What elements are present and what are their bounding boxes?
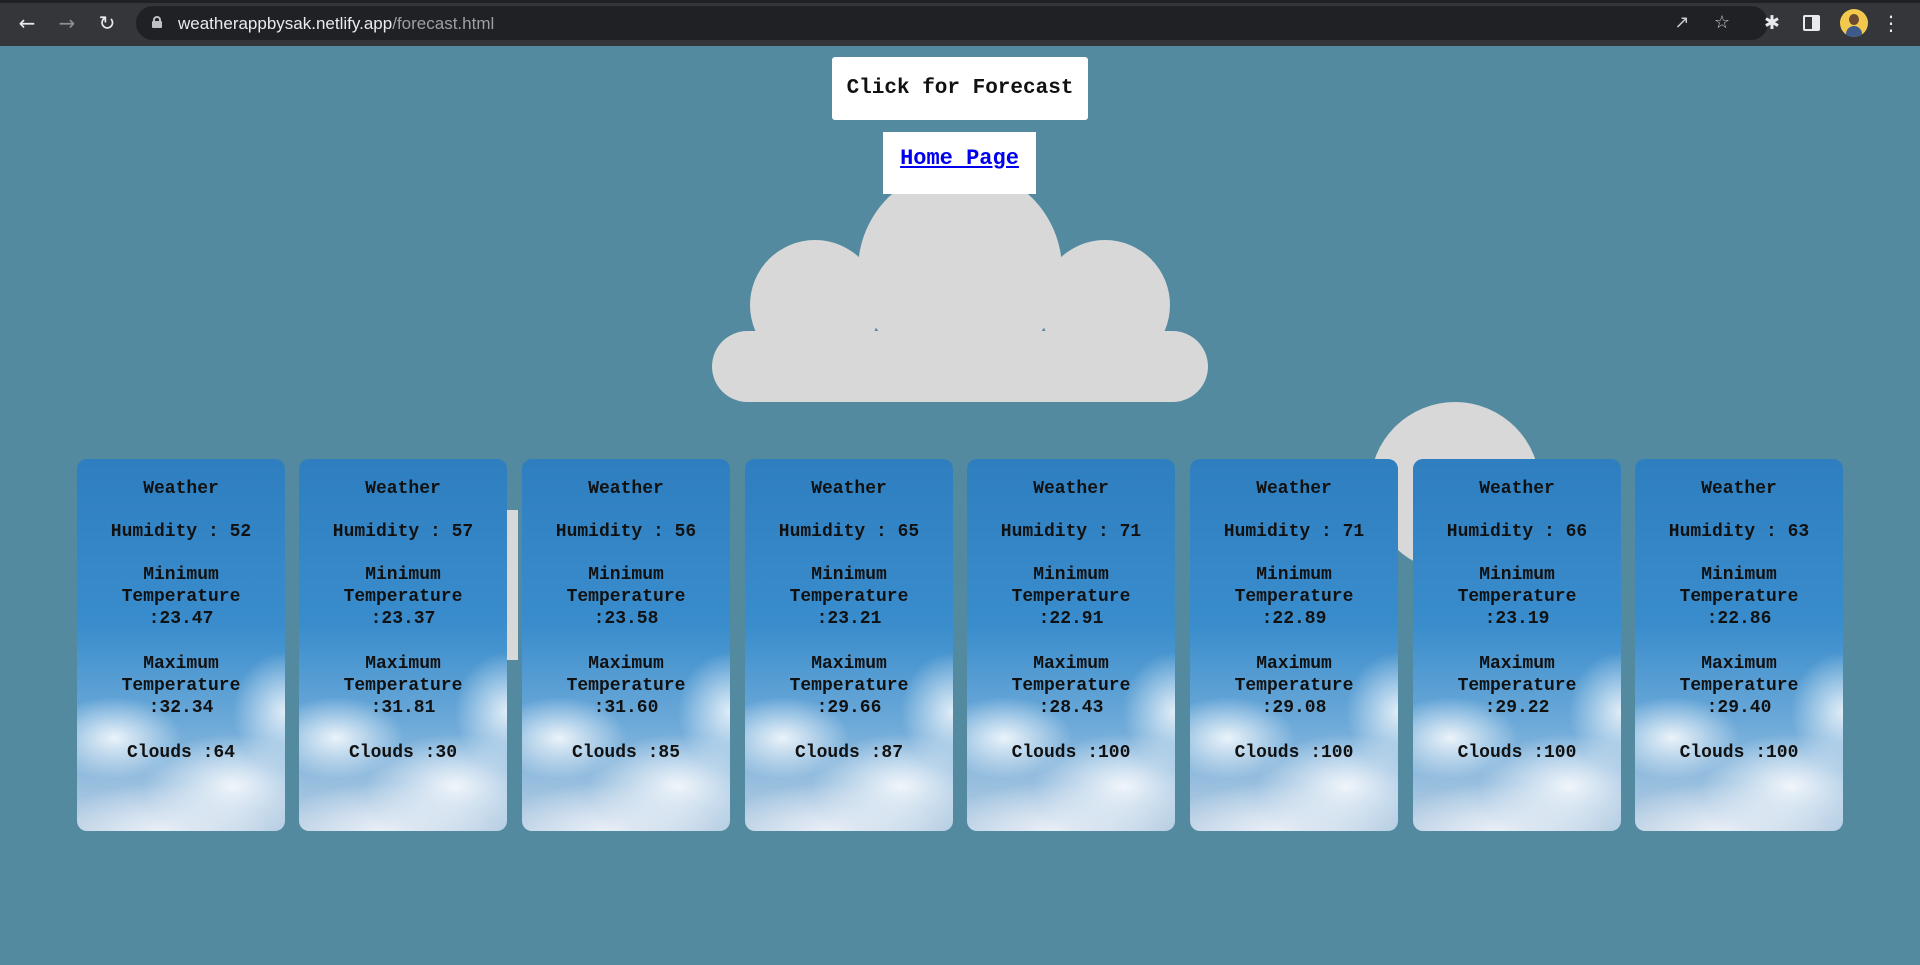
min-temp-text: Minimum Temperature:23.21 — [789, 565, 909, 629]
lock-icon[interactable] — [152, 16, 162, 28]
card-title: Weather — [1701, 479, 1777, 499]
clouds-text: Clouds :100 — [1234, 743, 1354, 763]
reload-icon[interactable]: ↻ — [93, 9, 121, 37]
min-temp-text: Minimum Temperature:23.47 — [121, 565, 241, 629]
url-path: /forecast.html — [392, 14, 495, 33]
home-link-box: Home Page — [883, 132, 1036, 194]
humidity-text: Humidity : 66 — [1446, 522, 1588, 542]
max-temp-text: Maximum Temperature:29.40 — [1679, 654, 1799, 718]
max-temp-text: Maximum Temperature:32.34 — [121, 654, 241, 718]
clouds-text: Clouds :64 — [126, 743, 236, 763]
card-title: Weather — [811, 479, 887, 499]
min-temp-text: Minimum Temperature:23.19 — [1457, 565, 1577, 629]
min-temp-text: Minimum Temperature:22.86 — [1679, 565, 1799, 629]
forecast-card: Weather Humidity : 71 Minimum Temperature… — [1190, 459, 1398, 831]
max-temp-text: Maximum Temperature:29.66 — [789, 654, 909, 718]
forecast-card: Weather Humidity : 57 Minimum Temperature… — [299, 459, 507, 831]
clouds-text: Clouds :100 — [1679, 743, 1799, 763]
humidity-text: Humidity : 65 — [778, 522, 920, 542]
card-title: Weather — [365, 479, 441, 499]
address-bar[interactable]: weatherappbysak.netlify.app/forecast.htm… — [136, 6, 1768, 40]
back-arrow-icon[interactable]: ← — [13, 9, 41, 37]
browser-toolbar: ← → ↻ weatherappbysak.netlify.app/foreca… — [0, 0, 1920, 46]
clouds-text: Clouds :30 — [348, 743, 458, 763]
star-icon[interactable]: ☆ — [1711, 12, 1733, 34]
side-panel-icon[interactable] — [1803, 15, 1820, 31]
forecast-button[interactable]: Click for Forecast — [832, 57, 1088, 120]
card-title: Weather — [1479, 479, 1555, 499]
humidity-text: Humidity : 71 — [1223, 522, 1365, 542]
url-text[interactable]: weatherappbysak.netlify.app/forecast.htm… — [178, 14, 494, 34]
min-temp-text: Minimum Temperature:23.37 — [343, 565, 463, 629]
max-temp-text: Maximum Temperature:28.43 — [1011, 654, 1131, 718]
forecast-card: Weather Humidity : 65 Minimum Temperature… — [745, 459, 953, 831]
tab-strip-edge — [0, 0, 1920, 3]
kebab-menu-icon[interactable]: ⋮ — [1881, 9, 1901, 37]
cloud-shape — [712, 331, 1208, 402]
min-temp-text: Minimum Temperature:22.89 — [1234, 565, 1354, 629]
url-domain: weatherappbysak.netlify.app — [178, 14, 393, 33]
home-page-link[interactable]: Home Page — [900, 146, 1019, 171]
humidity-text: Humidity : 71 — [1000, 522, 1142, 542]
clouds-text: Clouds :85 — [571, 743, 681, 763]
humidity-text: Humidity : 52 — [110, 522, 252, 542]
humidity-text: Humidity : 56 — [555, 522, 697, 542]
humidity-text: Humidity : 63 — [1668, 522, 1810, 542]
forecast-card: Weather Humidity : 56 Minimum Temperature… — [522, 459, 730, 831]
clouds-text: Clouds :87 — [794, 743, 904, 763]
clouds-text: Clouds :100 — [1011, 743, 1131, 763]
min-temp-text: Minimum Temperature:23.58 — [566, 565, 686, 629]
forward-arrow-icon[interactable]: → — [53, 9, 81, 37]
card-title: Weather — [1256, 479, 1332, 499]
share-icon[interactable]: ↗ — [1671, 12, 1693, 34]
forecast-card: Weather Humidity : 63 Minimum Temperature… — [1635, 459, 1843, 831]
forecast-card: Weather Humidity : 66 Minimum Temperature… — [1413, 459, 1621, 831]
card-title: Weather — [1033, 479, 1109, 499]
max-temp-text: Maximum Temperature:29.22 — [1457, 654, 1577, 718]
card-title: Weather — [588, 479, 664, 499]
extensions-icon[interactable]: ✱ — [1758, 9, 1786, 37]
forecast-card: Weather Humidity : 52 Minimum Temperature… — [77, 459, 285, 831]
min-temp-text: Minimum Temperature:22.91 — [1011, 565, 1131, 629]
clouds-text: Clouds :100 — [1457, 743, 1577, 763]
max-temp-text: Maximum Temperature:31.60 — [566, 654, 686, 718]
forecast-card: Weather Humidity : 71 Minimum Temperature… — [967, 459, 1175, 831]
humidity-text: Humidity : 57 — [332, 522, 474, 542]
card-title: Weather — [143, 479, 219, 499]
max-temp-text: Maximum Temperature:29.08 — [1234, 654, 1354, 718]
avatar[interactable] — [1840, 9, 1868, 37]
max-temp-text: Maximum Temperature:31.81 — [343, 654, 463, 718]
